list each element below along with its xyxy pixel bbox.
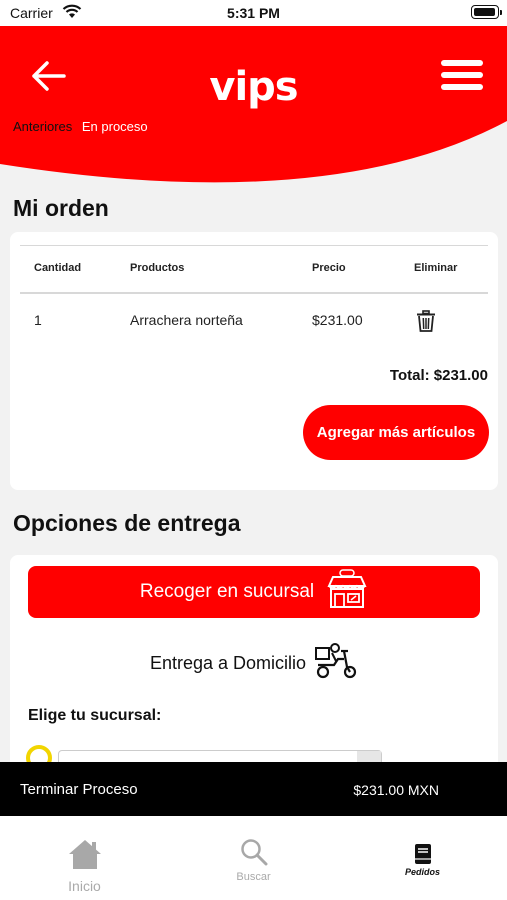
row-product: Arrachera norteña [130,312,243,328]
table-divider-header [20,292,488,294]
table-divider-top [20,245,488,246]
scooter-icon [314,643,358,684]
tab-en-proceso[interactable]: En proceso [82,119,148,134]
column-header-quantity: Cantidad [34,262,82,274]
finish-amount: $231.00 MXN [353,782,439,798]
finish-process-label: Terminar Proceso [20,781,138,798]
status-bar: Carrier 5:31 PM [0,0,507,26]
trash-icon[interactable] [416,310,436,332]
tab-buscar-label: Buscar [236,871,271,883]
vips-logo: vips [209,64,298,110]
home-icon [0,838,169,870]
choose-branch-label: Elige tu sucursal: [28,707,162,724]
finish-process-bar[interactable]: Terminar Proceso $231.00 MXN [0,762,507,816]
tab-pedidos-label: Pedidos [404,867,440,877]
home-delivery-label: Entrega a Domicilio [149,653,307,673]
column-header-delete: Eliminar [414,262,458,274]
tab-inicio-label: Inicio [68,878,101,894]
order-title: Mi orden [13,195,109,221]
order-total: Total: $231.00 [389,367,488,384]
order-tabs: Anteriores En proceso [13,119,148,134]
home-delivery-option[interactable]: Entrega a Domicilio [10,643,498,684]
header-background [0,26,507,183]
tab-pedidos[interactable]: Pedidos [338,816,507,900]
search-icon [169,838,338,866]
orders-book-icon [338,843,507,865]
pickup-label: Recoger en sucursal [139,581,315,602]
delivery-card: Recoger en sucursal Entrega a Domicilio [10,555,498,780]
hamburger-menu-icon[interactable] [441,60,483,94]
bottom-tab-bar: Inicio Buscar Pedidos [0,816,507,900]
row-quantity: 1 [34,312,42,328]
clock: 5:31 PM [227,5,280,21]
delivery-title: Opciones de entrega [13,510,241,536]
header: vips Anteriores En proceso [0,26,507,206]
battery-icon [471,5,502,19]
tab-inicio[interactable]: Inicio [0,816,169,900]
tab-buscar[interactable]: Buscar [169,816,338,900]
store-icon [326,569,368,615]
column-header-price: Precio [312,262,346,274]
add-more-items-button[interactable]: Agregar más artículos [303,405,489,460]
row-price: $231.00 [312,312,363,328]
tab-anteriores[interactable]: Anteriores [13,119,72,134]
order-card: Cantidad Productos Precio Eliminar 1 Arr… [10,232,498,490]
column-header-products: Productos [130,262,185,274]
pickup-in-store-button[interactable]: Recoger en sucursal [28,566,480,618]
